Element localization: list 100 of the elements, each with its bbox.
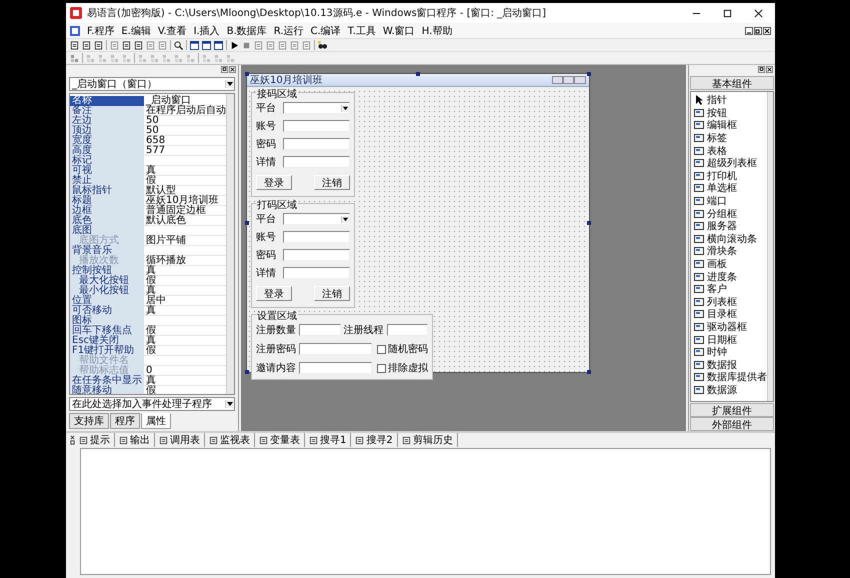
component-item[interactable]: 标签 [707, 131, 727, 146]
input-field[interactable] [299, 324, 340, 336]
binoculars-icon[interactable] [318, 40, 327, 50]
output-tab[interactable]: 提示 [90, 433, 110, 447]
form-button[interactable]: 注销 [314, 175, 350, 190]
property-name[interactable]: 可视 [70, 166, 144, 176]
property-name[interactable]: 回车下移焦点 [70, 326, 144, 336]
component-item[interactable]: 按钮 [707, 106, 727, 120]
property-name[interactable]: 最小化按钮 [70, 286, 144, 296]
output-tab[interactable]: 监视表 [220, 433, 250, 447]
component-item[interactable]: 端口 [707, 194, 727, 208]
dropdown-field[interactable] [282, 213, 350, 225]
property-name[interactable]: 图标 [70, 316, 144, 326]
layout-icon[interactable] [190, 40, 199, 50]
component-item[interactable]: 时钟 [707, 345, 727, 360]
resize-handle[interactable] [587, 221, 591, 225]
menu-item[interactable]: I.插入 [194, 24, 220, 38]
component-item[interactable]: 数据库提供者 [707, 370, 767, 384]
input-field[interactable] [386, 324, 428, 336]
grid-icon[interactable] [70, 54, 79, 62]
output-tab[interactable]: 调用表 [170, 433, 200, 447]
scrollbar[interactable] [767, 92, 773, 401]
input-field[interactable] [299, 362, 372, 374]
property-value[interactable]: 真 [144, 266, 226, 276]
property-name[interactable]: 位置 [70, 296, 144, 306]
search-icon[interactable] [174, 40, 183, 50]
pin-icon[interactable] [221, 66, 228, 73]
component-item[interactable]: 列表框 [707, 294, 737, 309]
property-value[interactable]: 真 [144, 376, 226, 386]
property-name[interactable]: 背景音乐 [70, 246, 144, 256]
component-item[interactable]: 客户 [707, 282, 727, 296]
component-item[interactable]: 目录框 [707, 307, 737, 322]
panel-tab[interactable]: 程序 [110, 413, 140, 429]
panel-tab[interactable]: 支持库 [69, 413, 109, 429]
property-value[interactable]: 658 [144, 136, 226, 146]
property-name[interactable]: 底色 [70, 216, 144, 226]
maximize-icon[interactable] [723, 8, 732, 18]
layout-icon[interactable] [214, 40, 223, 50]
new-file-icon[interactable] [70, 40, 79, 50]
dropdown-field[interactable] [282, 102, 350, 114]
panel-controls-icon[interactable] [70, 435, 75, 445]
input-field[interactable] [282, 138, 350, 150]
output-tab[interactable]: 剪辑历史 [412, 433, 453, 447]
property-name[interactable]: 边框 [70, 206, 144, 216]
menu-item[interactable]: R.运行 [274, 24, 304, 38]
input-field[interactable] [282, 231, 350, 243]
property-value[interactable]: 默认底色 [144, 216, 226, 226]
property-value[interactable]: 假 [144, 346, 226, 356]
palette-group-button[interactable]: 外部组件 [690, 417, 774, 431]
property-name[interactable]: 标记 [70, 156, 144, 166]
form-button[interactable]: 登录 [256, 175, 292, 190]
close-icon[interactable] [229, 66, 236, 73]
pin-icon[interactable] [758, 66, 765, 73]
property-value[interactable]: 577 [144, 146, 226, 156]
property-value[interactable]: 真 [144, 166, 226, 176]
resize-handle[interactable] [245, 221, 249, 225]
property-name[interactable]: 标题 [70, 196, 144, 206]
menu-item[interactable]: F.程序 [87, 24, 114, 38]
stop-icon[interactable] [242, 40, 251, 50]
property-name[interactable]: 顶边 [70, 126, 144, 136]
resize-handle[interactable] [587, 72, 591, 76]
resize-handle[interactable] [245, 370, 249, 374]
component-item[interactable]: 打印机 [707, 168, 737, 183]
resize-handle[interactable] [416, 72, 420, 76]
property-name[interactable]: 左边 [70, 116, 144, 126]
restore-icon[interactable] [754, 26, 762, 34]
component-item[interactable]: 数据源 [707, 382, 737, 397]
menu-item[interactable]: H.帮助 [422, 24, 452, 38]
component-item[interactable]: 画板 [707, 257, 727, 272]
output-tab[interactable]: 变量表 [270, 433, 300, 447]
property-name[interactable]: Esc键关闭 [70, 336, 144, 346]
property-value[interactable]: 真 [144, 306, 226, 316]
component-item[interactable]: 超级列表框 [707, 156, 757, 170]
menu-item[interactable]: W.窗口 [382, 24, 415, 38]
checkbox[interactable]: 排除虚拟 [377, 361, 428, 375]
property-value[interactable]: 假 [144, 176, 226, 186]
minimize-icon[interactable] [745, 26, 753, 34]
property-value[interactable]: 在程序启动后自动 [144, 106, 226, 116]
property-value[interactable]: 巫妖10月培训班 [144, 196, 226, 206]
close-icon[interactable] [763, 26, 771, 34]
menu-item[interactable]: E.编辑 [121, 24, 151, 38]
component-item[interactable]: 数据报 [707, 358, 737, 372]
palette-header-button[interactable]: 基本组件 [690, 76, 774, 90]
property-name[interactable]: 随意移动 [70, 386, 144, 394]
close-icon[interactable] [766, 66, 773, 73]
panel-tab[interactable]: 属性 [141, 413, 171, 429]
scrollbar[interactable] [226, 94, 234, 394]
event-dropdown[interactable]: 在此处选择加入事件处理子程序 [69, 397, 235, 411]
component-item[interactable]: 编辑框 [707, 118, 737, 132]
property-name[interactable]: 底图 [70, 226, 144, 236]
input-field[interactable] [282, 156, 350, 168]
property-name[interactable]: 名称 [70, 96, 144, 106]
output-tab[interactable]: 搜寻2 [366, 433, 393, 447]
form-button[interactable]: 注销 [314, 286, 350, 301]
property-name[interactable]: 备注 [70, 106, 144, 116]
output-tab[interactable]: 搜寻1 [320, 433, 346, 447]
input-field[interactable] [299, 343, 372, 355]
component-item[interactable]: 分组框 [707, 206, 737, 221]
palette-group-button[interactable]: 扩展组件 [690, 403, 774, 417]
component-item[interactable]: 指针 [707, 93, 727, 108]
